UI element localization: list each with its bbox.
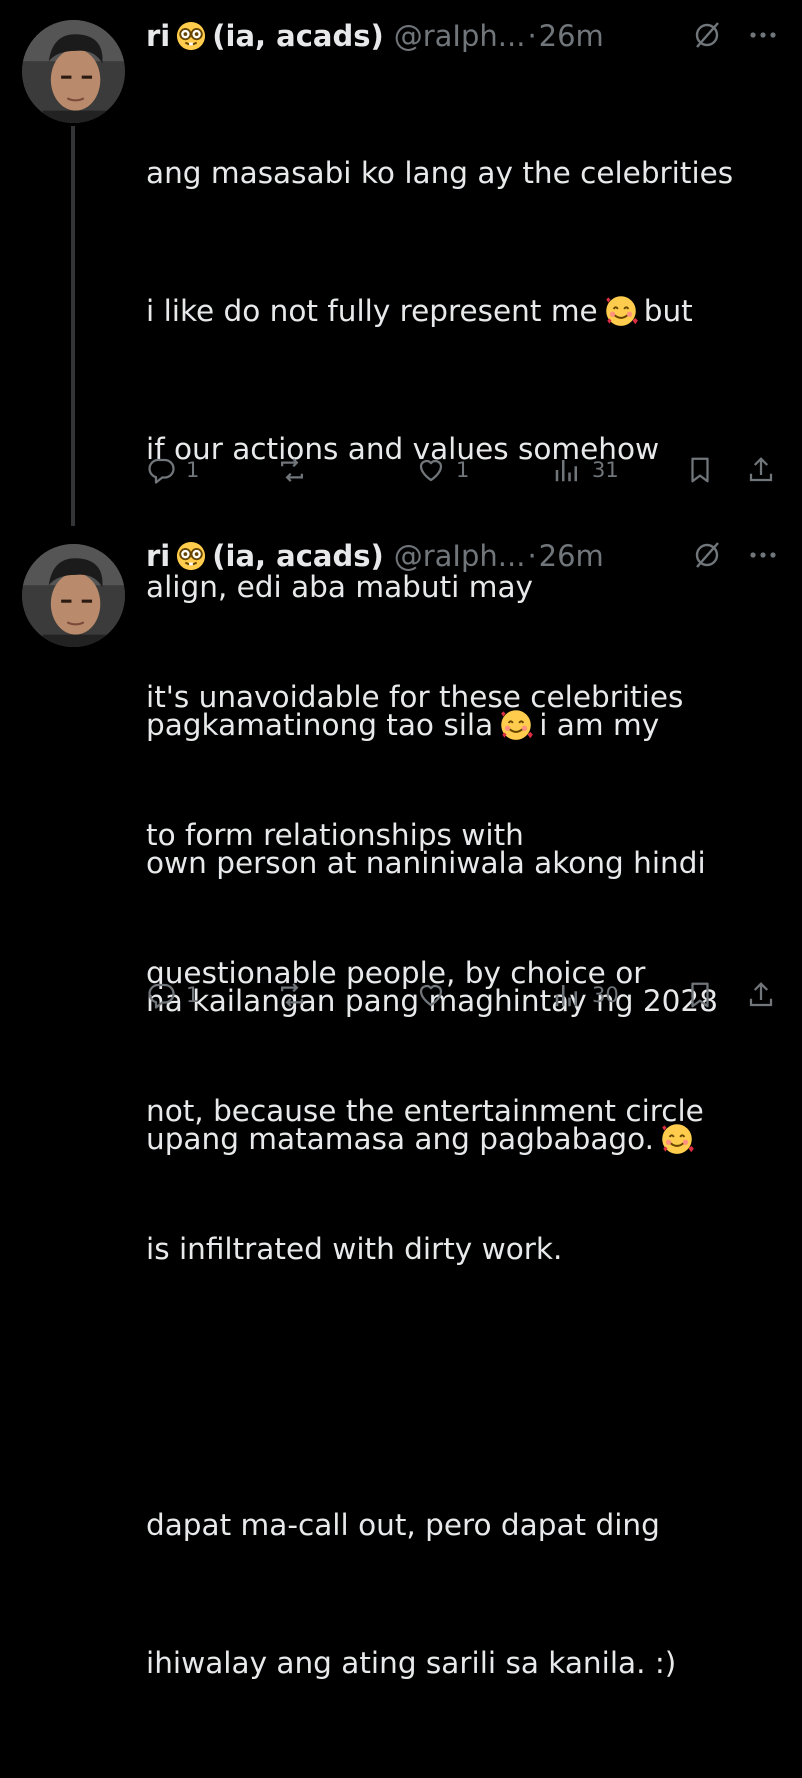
repost-icon (276, 980, 308, 1010)
header-actions (692, 20, 776, 50)
author-handle[interactable]: @raIph... (394, 539, 526, 573)
repost-icon (276, 455, 308, 485)
tweet-line: ihiwalay ang ating sarili sa kanila. :) (146, 1646, 677, 1680)
repost-button[interactable] (276, 455, 308, 485)
like-count: 1 (456, 458, 470, 482)
tweet-line: it's unavoidable for these celebrities (146, 680, 684, 714)
tweet-text: it's unavoidable for these celebrities t… (146, 582, 786, 1778)
more-icon[interactable] (750, 31, 776, 39)
tweet-header: ri (ia, acads) @raIph... · 26m (146, 16, 786, 56)
like-button[interactable] (416, 980, 456, 1010)
tweet-line: not, because the entertainment circle (146, 1094, 704, 1128)
header-actions (692, 540, 776, 570)
like-icon (416, 455, 446, 485)
tweet-line: dapat ma-call out, pero dapat ding (146, 1508, 660, 1542)
bookmark-icon (686, 980, 714, 1010)
bookmark-button[interactable] (686, 980, 714, 1010)
tweet-line: i like do not fully represent me but (146, 288, 786, 334)
more-icon[interactable] (750, 551, 776, 559)
timestamp[interactable]: 26m (539, 19, 604, 53)
reply-button[interactable]: 1 (146, 455, 199, 485)
views-button[interactable]: 30 (552, 980, 619, 1010)
tweet-line: is infiltrated with dirty work. (146, 1232, 563, 1266)
reply-count: 1 (186, 983, 200, 1007)
author-handle[interactable]: @raIph... (394, 19, 526, 53)
nerd-face-emoji-icon (176, 21, 206, 51)
author-name[interactable]: ri (146, 539, 170, 573)
tweet-line-text: i like do not fully represent me (146, 294, 598, 328)
tweet-line-text: but (643, 294, 693, 328)
reply-icon (146, 980, 176, 1010)
author-tag[interactable]: (ia, acads) (212, 19, 383, 53)
grok-icon[interactable] (692, 20, 722, 50)
nerd-face-emoji-icon (176, 541, 206, 571)
views-icon (552, 980, 582, 1010)
separator-dot: · (527, 539, 537, 573)
avatar-photo (22, 544, 125, 647)
reply-icon (146, 455, 176, 485)
avatar[interactable] (22, 544, 125, 647)
tweet-actions: 1 1 31 (146, 450, 786, 490)
timestamp[interactable]: 26m (539, 539, 604, 573)
tweet-line: to form relationships with (146, 818, 524, 852)
separator-dot: · (527, 19, 537, 53)
share-button[interactable] (746, 980, 776, 1010)
tweet-header: ri (ia, acads) @raIph... · 26m (146, 536, 786, 576)
views-button[interactable]: 31 (552, 455, 619, 485)
bookmark-button[interactable] (686, 455, 714, 485)
bookmark-icon (686, 455, 714, 485)
thread-line (71, 126, 75, 526)
reply-button[interactable]: 1 (146, 980, 199, 1010)
views-count: 31 (592, 458, 619, 482)
like-button[interactable]: 1 (416, 455, 469, 485)
grok-icon[interactable] (692, 540, 722, 570)
share-icon (746, 980, 776, 1010)
tweet-line: ang masasabi ko lang ay the celebrities (146, 156, 734, 190)
smiling-face-with-hearts-emoji-icon (602, 291, 640, 329)
tweet-line (146, 1364, 786, 1410)
like-icon (416, 980, 446, 1010)
share-button[interactable] (746, 455, 776, 485)
avatar[interactable] (22, 20, 125, 123)
views-icon (552, 455, 582, 485)
reply-count: 1 (186, 458, 200, 482)
author-name[interactable]: ri (146, 19, 170, 53)
share-icon (746, 455, 776, 485)
author-tag[interactable]: (ia, acads) (212, 539, 383, 573)
avatar-photo (22, 20, 125, 123)
tweet-actions: 1 30 (146, 975, 786, 1015)
views-count: 30 (592, 983, 619, 1007)
repost-button[interactable] (276, 980, 308, 1010)
